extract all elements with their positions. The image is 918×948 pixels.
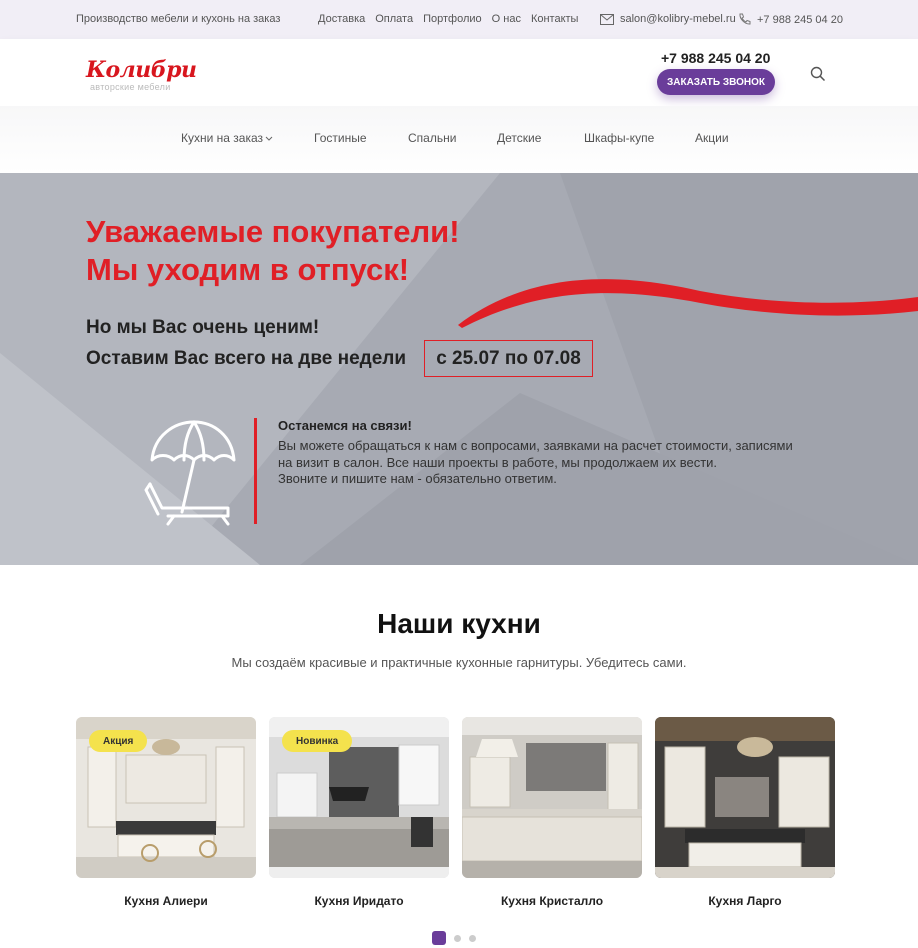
accent-divider bbox=[254, 418, 257, 524]
kitchen-name: Кухня Кристалло bbox=[500, 894, 604, 908]
logo[interactable]: Колибри авторские мебели bbox=[86, 57, 206, 93]
logo-text: Колибри bbox=[86, 57, 197, 83]
envelope-icon bbox=[600, 13, 614, 25]
kitchen-name: Кухня Алиери bbox=[124, 894, 208, 908]
kitchen-image bbox=[655, 717, 835, 878]
contact-text: Вы можете обращаться к нам с вопросами, … bbox=[278, 438, 808, 488]
logo-subtext: авторские мебели bbox=[90, 82, 171, 92]
beach-umbrella-icon bbox=[144, 420, 236, 526]
kitchen-name: Кухня Иридато bbox=[314, 894, 404, 908]
kitchen-card-alieri[interactable]: Акция Кухня Алиери bbox=[76, 717, 256, 908]
main-menu: Кухни на заказ Гостиные Спальни Детские … bbox=[0, 106, 918, 173]
kitchen-card-iridato[interactable]: Новинка Кухня Иридато bbox=[269, 717, 449, 908]
top-email[interactable]: salon@kolibry-mebel.ru bbox=[600, 13, 736, 25]
kitchen-card-largo[interactable]: Кухня Ларго bbox=[655, 717, 835, 908]
carousel-dot-3[interactable] bbox=[469, 934, 476, 942]
kitchen-image bbox=[462, 717, 642, 878]
header-phone[interactable]: +7 988 245 04 20 bbox=[661, 50, 770, 66]
top-nav: Доставка Оплата Портфолио О нас Контакты bbox=[318, 13, 578, 25]
contact-title: Останемся на связи! bbox=[278, 418, 412, 433]
carousel-pagination bbox=[432, 931, 476, 945]
banner-sub-1: Но мы Вас очень ценим! bbox=[86, 317, 320, 338]
menu-item-wardrobes[interactable]: Шкафы-купе bbox=[584, 131, 654, 145]
contact-text-1: Вы можете обращаться к нам с вопросами, … bbox=[278, 438, 793, 470]
vacation-dates: с 25.07 по 07.08 bbox=[424, 340, 593, 377]
banner-title-2: Мы уходим в отпуск! bbox=[86, 252, 410, 287]
menu-item-kitchens[interactable]: Кухни на заказ bbox=[181, 131, 273, 145]
menu-item-kids[interactable]: Детские bbox=[497, 131, 541, 145]
callback-button[interactable]: ЗАКАЗАТЬ ЗВОНОК bbox=[657, 69, 775, 95]
top-nav-delivery[interactable]: Доставка bbox=[318, 13, 365, 25]
top-phone[interactable]: +7 988 245 04 20 bbox=[738, 13, 843, 26]
section-title: Наши кухни bbox=[377, 608, 541, 639]
top-nav-payment[interactable]: Оплата bbox=[375, 13, 413, 25]
phone-icon bbox=[739, 13, 751, 25]
banner-title-1: Уважаемые покупатели! bbox=[86, 214, 460, 249]
top-nav-contacts[interactable]: Контакты bbox=[531, 13, 579, 25]
chevron-down-icon bbox=[265, 136, 273, 141]
kitchen-image: Новинка bbox=[269, 717, 449, 878]
top-nav-portfolio[interactable]: Портфолио bbox=[423, 13, 482, 25]
kitchen-image: Акция bbox=[76, 717, 256, 878]
header: Колибри авторские мебели +7 988 245 04 2… bbox=[0, 39, 918, 106]
search-icon[interactable] bbox=[810, 66, 826, 82]
menu-item-kitchens-label: Кухни на заказ bbox=[181, 131, 264, 145]
top-bar: Производство мебели и кухонь на заказ До… bbox=[0, 0, 918, 39]
promo-badge: Акция bbox=[89, 730, 148, 752]
vacation-banner: Уважаемые покупатели! Мы уходим в отпуск… bbox=[0, 173, 918, 565]
top-nav-about[interactable]: О нас bbox=[492, 13, 521, 25]
menu-item-living-rooms[interactable]: Гостиные bbox=[314, 131, 367, 145]
carousel-dot-2[interactable] bbox=[454, 934, 461, 942]
tagline: Производство мебели и кухонь на заказ bbox=[76, 13, 281, 25]
menu-item-promos[interactable]: Акции bbox=[695, 131, 729, 145]
carousel-dot-1[interactable] bbox=[432, 931, 446, 945]
top-email-text: salon@kolibry-mebel.ru bbox=[620, 13, 736, 25]
section-subtitle: Мы создаём красивые и практичные кухонны… bbox=[231, 655, 687, 670]
banner-sub-2: Оставим Вас всего на две недели bbox=[86, 348, 407, 369]
kitchen-name: Кухня Ларго bbox=[708, 894, 782, 908]
top-phone-text: +7 988 245 04 20 bbox=[757, 13, 843, 26]
new-badge: Новинка bbox=[282, 730, 353, 752]
menu-item-bedrooms[interactable]: Спальни bbox=[408, 131, 456, 145]
contact-text-2: Звоните и пишите нам - обязательно ответ… bbox=[278, 471, 557, 486]
kitchen-card-cristallo[interactable]: Кухня Кристалло bbox=[462, 717, 642, 908]
